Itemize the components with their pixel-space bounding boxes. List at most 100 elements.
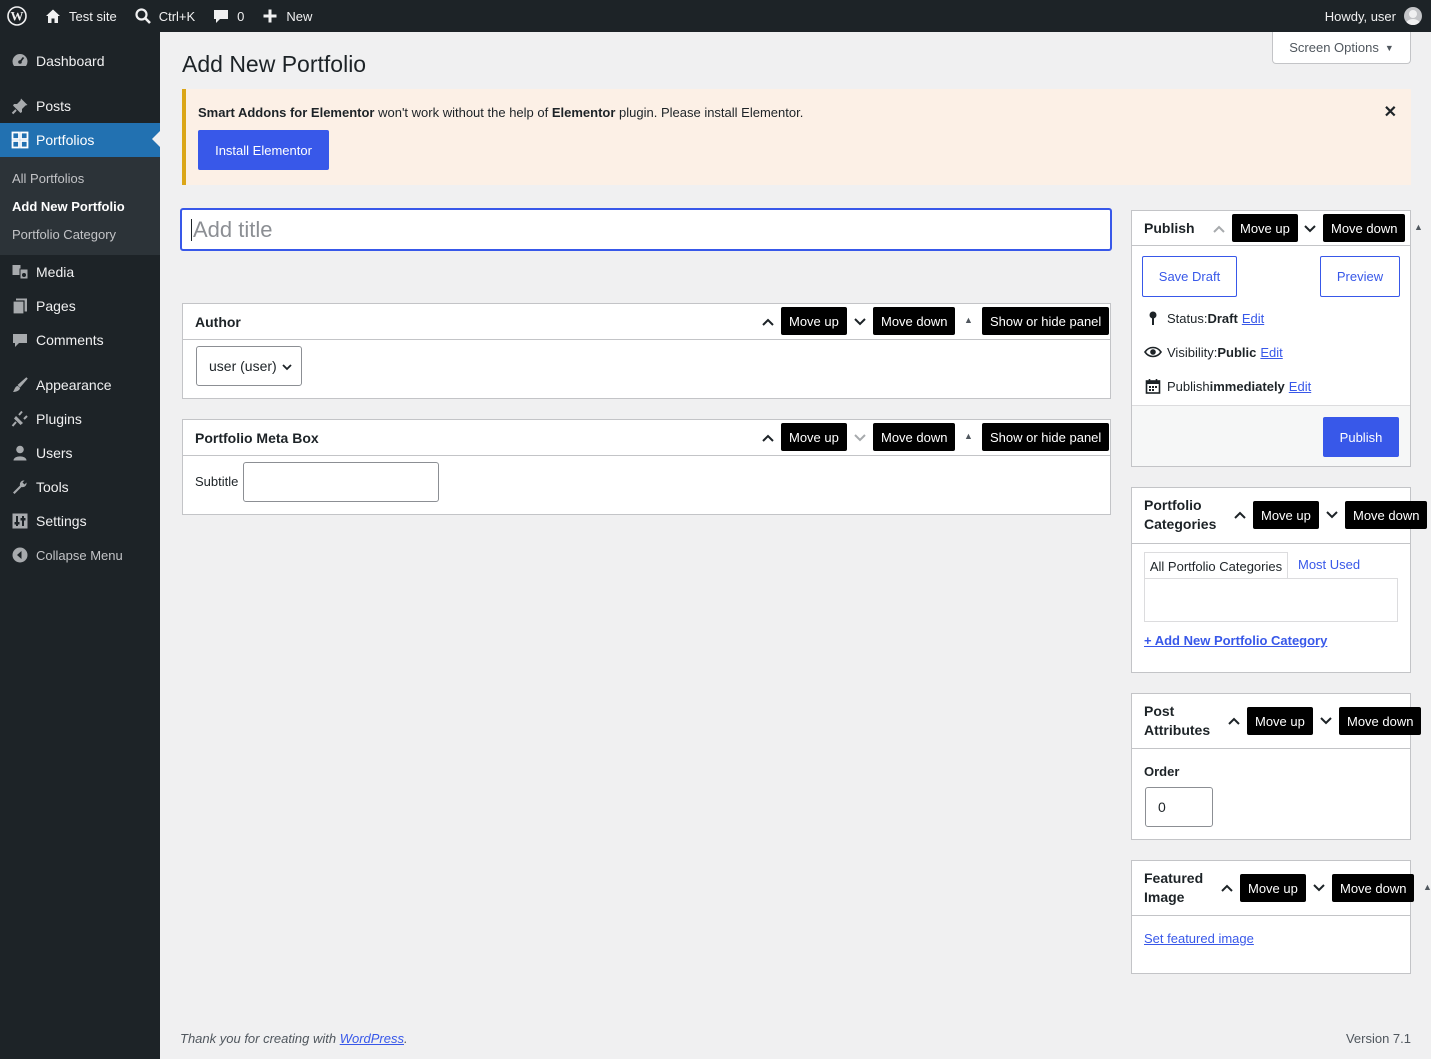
my-account-menu[interactable]: Howdy, user	[1317, 0, 1431, 32]
move-up-tooltip: Move up	[1253, 501, 1319, 529]
pin-icon	[10, 96, 30, 116]
wordpress-link[interactable]: WordPress	[340, 1031, 404, 1046]
toggle-panel-icon[interactable]: ▲	[964, 431, 973, 441]
elementor-notice: Smart Addons for Elementor won't work wi…	[182, 89, 1411, 185]
toggle-panel-icon[interactable]: ▲	[964, 315, 973, 325]
status-value: Draft	[1207, 310, 1238, 326]
title-placeholder: Add title	[193, 216, 273, 242]
chevron-down-icon[interactable]	[1311, 880, 1327, 896]
sidebar-item-label: Dashboard	[36, 53, 105, 69]
subtitle-label: Subtitle	[195, 474, 239, 489]
sidebar-item-media[interactable]: Media	[0, 255, 160, 289]
add-new-category-link[interactable]: + Add New Portfolio Category	[1144, 633, 1327, 648]
chevron-down-icon	[281, 360, 293, 376]
dismiss-notice-icon[interactable]: ✕	[1384, 102, 1397, 122]
move-down-tooltip: Move down	[873, 423, 956, 451]
sidebar-item-tools[interactable]: Tools	[0, 470, 160, 504]
collapse-menu-button[interactable]: Collapse Menu	[0, 538, 160, 572]
new-content-button[interactable]: New	[252, 0, 320, 32]
caret-down-icon: ▼	[1384, 42, 1394, 53]
sidebar-item-settings[interactable]: Settings	[0, 504, 160, 538]
move-up-tooltip: Move up	[781, 307, 847, 335]
move-down-tooltip: Move down	[873, 307, 956, 335]
publish-actions: Publish	[1132, 405, 1410, 466]
submenu-add-new-portfolio[interactable]: Add New Portfolio	[0, 192, 160, 220]
publish-value: immediately	[1209, 378, 1285, 394]
toggle-panel-icon[interactable]: ▲	[1414, 222, 1423, 232]
attributes-postbox-header: Post Attributes Move up Move down	[1132, 694, 1422, 749]
publish-button[interactable]: Publish	[1323, 417, 1399, 457]
notice-plugin-name: Smart Addons for Elementor	[198, 105, 375, 120]
show-hide-panel-tooltip: Show or hide panel	[982, 307, 1110, 335]
submenu-all-portfolios[interactable]: All Portfolios	[0, 164, 160, 192]
collapse-menu-label: Collapse Menu	[36, 547, 123, 563]
edit-date-link[interactable]: Edit	[1289, 379, 1311, 394]
chevron-up-icon[interactable]	[760, 430, 776, 446]
tab-most-used[interactable]: Most Used	[1298, 557, 1360, 572]
screen-options-button[interactable]: Screen Options ▼	[1272, 32, 1411, 64]
sidebar-item-appearance[interactable]: Appearance	[0, 368, 160, 402]
sidebar-item-label: Portfolios	[36, 132, 95, 148]
set-featured-image-link[interactable]: Set featured image	[1144, 931, 1254, 946]
comment-icon	[211, 6, 231, 26]
show-hide-panel-tooltip: Show or hide panel	[982, 423, 1110, 451]
edit-status-link[interactable]: Edit	[1242, 311, 1264, 326]
brush-icon	[10, 375, 30, 395]
chevron-up-icon[interactable]	[1219, 880, 1235, 896]
tab-all-categories[interactable]: All Portfolio Categories	[1144, 552, 1288, 579]
page-title: Add New Portfolio	[182, 51, 367, 77]
chevron-down-icon[interactable]	[1324, 507, 1340, 523]
sidebar-item-label: Comments	[36, 332, 104, 348]
chevron-down-icon[interactable]	[1302, 221, 1318, 237]
sidebar-item-pages[interactable]: Pages	[0, 289, 160, 323]
visibility-value: Public	[1217, 344, 1257, 360]
portfolio-meta-postbox-header: Portfolio Meta Box Move up Move down ▲ S…	[183, 420, 1110, 456]
edit-visibility-link[interactable]: Edit	[1260, 345, 1282, 360]
attributes-postbox: Post Attributes Move up Move down Order …	[1131, 693, 1422, 840]
footer-thanks-text: Thank you for creating with	[180, 1031, 340, 1046]
plug-icon	[10, 409, 30, 429]
chevron-down-icon[interactable]	[1318, 713, 1334, 729]
author-postbox: Author Move up Move down ▲ Show or hide …	[182, 303, 1111, 399]
chevron-up-icon[interactable]	[1232, 507, 1248, 523]
command-search-button[interactable]: Ctrl+K	[125, 0, 203, 32]
chevron-down-icon[interactable]	[852, 430, 868, 446]
comments-link[interactable]: 0	[203, 0, 252, 32]
sidebar-item-label: Settings	[36, 513, 87, 529]
chevron-up-icon[interactable]	[760, 314, 776, 330]
toggle-panel-icon[interactable]: ▲	[1423, 882, 1431, 892]
chevron-down-icon[interactable]	[852, 314, 868, 330]
chevron-up-icon[interactable]	[1226, 713, 1242, 729]
sidebar-item-comments[interactable]: Comments	[0, 323, 160, 357]
notice-text-1: won't work without the help of	[374, 105, 552, 120]
svg-text:W: W	[11, 9, 24, 24]
footer-period: .	[404, 1031, 408, 1046]
attributes-title-line2: Attributes	[1144, 722, 1211, 738]
wrench-icon	[10, 477, 30, 497]
collapse-icon	[10, 545, 30, 565]
sidebar-item-dashboard[interactable]: Dashboard	[0, 44, 160, 78]
featured-title-line1: Featured	[1144, 870, 1204, 886]
author-select[interactable]: user (user)	[196, 346, 302, 386]
subtitle-input[interactable]	[243, 462, 439, 502]
categories-title-line2: Categories	[1144, 516, 1217, 532]
move-up-tooltip: Move up	[1247, 707, 1313, 735]
submenu-portfolio-category[interactable]: Portfolio Category	[0, 220, 160, 248]
order-input[interactable]: 0	[1145, 787, 1213, 827]
post-title-input[interactable]: Add title	[180, 208, 1112, 251]
sidebar-item-plugins[interactable]: Plugins	[0, 402, 160, 436]
chevron-up-icon[interactable]	[1211, 221, 1227, 237]
sidebar-item-posts[interactable]: Posts	[0, 89, 160, 123]
wordpress-logo-button[interactable]: W	[0, 0, 35, 32]
preview-button[interactable]: Preview	[1320, 256, 1400, 297]
site-name-link[interactable]: Test site	[35, 0, 125, 32]
grid-icon	[10, 130, 30, 150]
move-down-tooltip: Move down	[1339, 707, 1422, 735]
sidebar-item-portfolios[interactable]: Portfolios	[0, 123, 160, 157]
save-draft-button[interactable]: Save Draft	[1142, 256, 1237, 297]
sidebar-item-label: Plugins	[36, 411, 82, 427]
install-elementor-button[interactable]: Install Elementor	[198, 130, 329, 170]
sidebar-item-users[interactable]: Users	[0, 436, 160, 470]
categories-checklist	[1144, 578, 1398, 622]
pin-icon	[1144, 309, 1162, 327]
